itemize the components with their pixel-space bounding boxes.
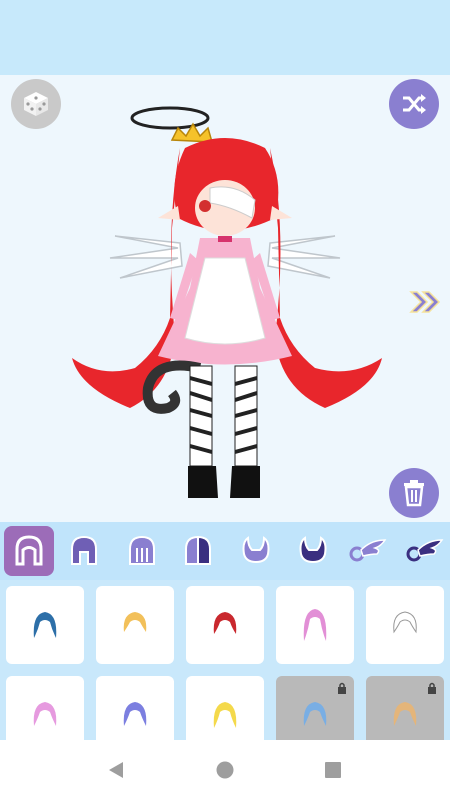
- hair-front-icon: [15, 535, 43, 566]
- random-button[interactable]: [11, 79, 61, 129]
- double-chevron-right-icon: [409, 291, 441, 313]
- character-preview: [72, 106, 382, 498]
- tab-horns[interactable]: [231, 526, 281, 576]
- wing-dark-icon: [406, 539, 444, 562]
- back-button[interactable]: [103, 758, 129, 782]
- hair-thumbnail-icon: [33, 702, 57, 726]
- category-tab-bar: [0, 522, 450, 580]
- horns-icon: [242, 536, 270, 564]
- horns-dark-icon: [299, 536, 327, 564]
- hair-item-locked[interactable]: [276, 676, 354, 740]
- shuffle-button[interactable]: [389, 79, 439, 129]
- hair-item[interactable]: [6, 676, 84, 740]
- shuffle-icon: [403, 94, 426, 114]
- trash-icon: [404, 480, 424, 507]
- hair-item[interactable]: [96, 586, 174, 664]
- tab-hair-half[interactable]: [173, 526, 223, 576]
- tab-hair-bangs[interactable]: [117, 526, 167, 576]
- hair-thumbnail-icon: [213, 612, 237, 634]
- tab-hair-back[interactable]: [59, 526, 109, 576]
- hair-thumbnail-icon: [123, 702, 147, 726]
- hair-item[interactable]: [96, 676, 174, 740]
- hair-item[interactable]: [276, 586, 354, 664]
- delete-button[interactable]: [389, 468, 439, 518]
- lock-icon: [428, 682, 436, 694]
- hair-half-icon: [185, 535, 211, 565]
- hair-thumbnail-icon: [123, 612, 147, 632]
- hair-item[interactable]: [186, 676, 264, 740]
- hair-thumbnail-icon: [213, 702, 237, 728]
- hair-item[interactable]: [6, 586, 84, 664]
- hair-thumbnail-icon: [303, 702, 327, 726]
- tab-horns-dark[interactable]: [288, 526, 338, 576]
- next-button[interactable]: [407, 288, 443, 316]
- dice-icon: [24, 92, 48, 116]
- lock-icon: [338, 682, 346, 694]
- wing-icon: [349, 539, 387, 562]
- hair-thumbnail-icon: [393, 611, 417, 634]
- home-button[interactable]: [213, 758, 237, 782]
- system-nav-bar: [0, 740, 450, 800]
- recents-square-icon: [325, 762, 341, 778]
- hair-item-locked[interactable]: [366, 676, 444, 740]
- hair-item-grid: [0, 580, 450, 740]
- top-banner: [0, 0, 450, 75]
- hair-thumbnail-icon: [303, 609, 327, 641]
- recents-button[interactable]: [321, 758, 345, 782]
- back-triangle-icon: [109, 762, 123, 778]
- hair-bangs-icon: [129, 535, 155, 565]
- hair-item[interactable]: [186, 586, 264, 664]
- hair-thumbnail-icon: [33, 612, 57, 638]
- hair-back-icon: [71, 535, 97, 565]
- hair-item[interactable]: [366, 586, 444, 664]
- tab-wing[interactable]: [342, 526, 392, 576]
- tab-wing-dark[interactable]: [399, 526, 449, 576]
- home-circle-icon: [216, 761, 234, 779]
- hair-thumbnail-icon: [393, 702, 417, 726]
- tab-hair-front[interactable]: [4, 526, 54, 576]
